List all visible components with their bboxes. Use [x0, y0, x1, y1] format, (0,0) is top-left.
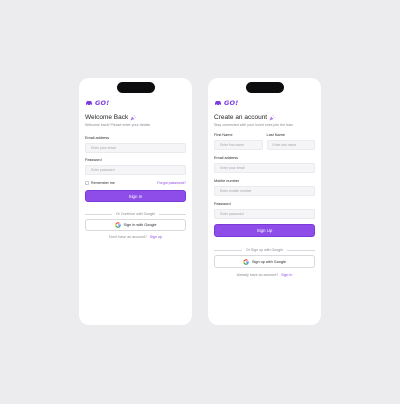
- remember-checkbox[interactable]: [85, 181, 89, 185]
- google-sign-in-label: Sign In with Google: [123, 223, 157, 227]
- email-placeholder: Enter your email: [91, 146, 116, 150]
- google-icon: [243, 258, 249, 265]
- phone-notch: [245, 82, 284, 93]
- password-placeholder: Enter password: [91, 168, 115, 172]
- google-sign-in-button[interactable]: Sign In with Google: [85, 219, 186, 231]
- first-name-placeholder: Enter first name: [220, 143, 244, 147]
- login-screen: GO! Welcome Back Welcome back! Please en…: [79, 78, 192, 325]
- mobile-field[interactable]: Enter mobile number: [214, 186, 315, 196]
- footer-text: Don't have an account?: [109, 235, 147, 239]
- email-field[interactable]: Enter your email: [214, 163, 315, 173]
- page-subtitle: Stay connected with your loved ones join…: [214, 123, 294, 127]
- password-placeholder: Enter password: [220, 212, 244, 216]
- forgot-password-link[interactable]: Forgot password?: [157, 181, 186, 185]
- mobile-label: Mobile number: [214, 179, 240, 183]
- page-title: Create an account: [214, 114, 268, 121]
- email-field[interactable]: Enter your email: [85, 143, 186, 153]
- sign-up-label: Sign Up: [256, 228, 273, 233]
- first-name-label: First Name: [214, 133, 233, 137]
- first-name-field[interactable]: Enter first name: [214, 140, 263, 150]
- page-subtitle: Welcome back! Please enter your details: [85, 123, 151, 127]
- email-label: Email address: [85, 136, 110, 140]
- last-name-field[interactable]: Enter last name: [266, 140, 315, 150]
- google-icon: [114, 222, 121, 228]
- signup-screen: GO! Create an account Stay connected wit…: [208, 78, 321, 325]
- email-label: Email address: [214, 156, 239, 160]
- car-icon: [215, 101, 221, 106]
- sign-in-label: Sign In: [128, 193, 143, 199]
- brand-name: GO!: [95, 99, 110, 107]
- brand-logo: GO!: [214, 99, 315, 107]
- last-name-label: Last Name: [266, 133, 285, 137]
- password-label: Password: [214, 202, 231, 206]
- password-label: Password: [85, 158, 102, 162]
- phone-notch: [116, 82, 155, 93]
- divider-text: Or Continue with Google: [115, 212, 156, 216]
- continue-divider: Or Continue with Google: [85, 212, 187, 216]
- brand-name: GO!: [224, 99, 239, 107]
- divider-text: Or Sign up with Google: [245, 248, 284, 252]
- party-popper-icon: [130, 115, 137, 121]
- password-field[interactable]: Enter password: [214, 209, 315, 219]
- password-field[interactable]: Enter password: [85, 165, 186, 175]
- sign-up-link[interactable]: Sign up: [150, 235, 162, 239]
- google-divider: Or Sign up with Google: [214, 248, 315, 252]
- footer-text: Already have an account?: [236, 273, 279, 277]
- sign-in-button[interactable]: Sign In: [85, 190, 186, 202]
- google-sign-up-label: Sign up with Google: [252, 259, 286, 264]
- sign-up-button[interactable]: Sign Up: [214, 224, 315, 237]
- google-sign-up-button[interactable]: Sign up with Google: [214, 255, 315, 268]
- page-title: Welcome Back: [85, 114, 129, 121]
- sign-in-link[interactable]: Sign In: [281, 273, 292, 277]
- car-icon: [86, 101, 92, 106]
- email-placeholder: Enter your email: [220, 166, 245, 170]
- mobile-placeholder: Enter mobile number: [220, 189, 252, 193]
- last-name-placeholder: Enter last name: [272, 143, 297, 147]
- party-popper-icon: [269, 115, 275, 121]
- brand-logo: GO!: [85, 99, 186, 107]
- remember-label: Remember me: [91, 181, 115, 185]
